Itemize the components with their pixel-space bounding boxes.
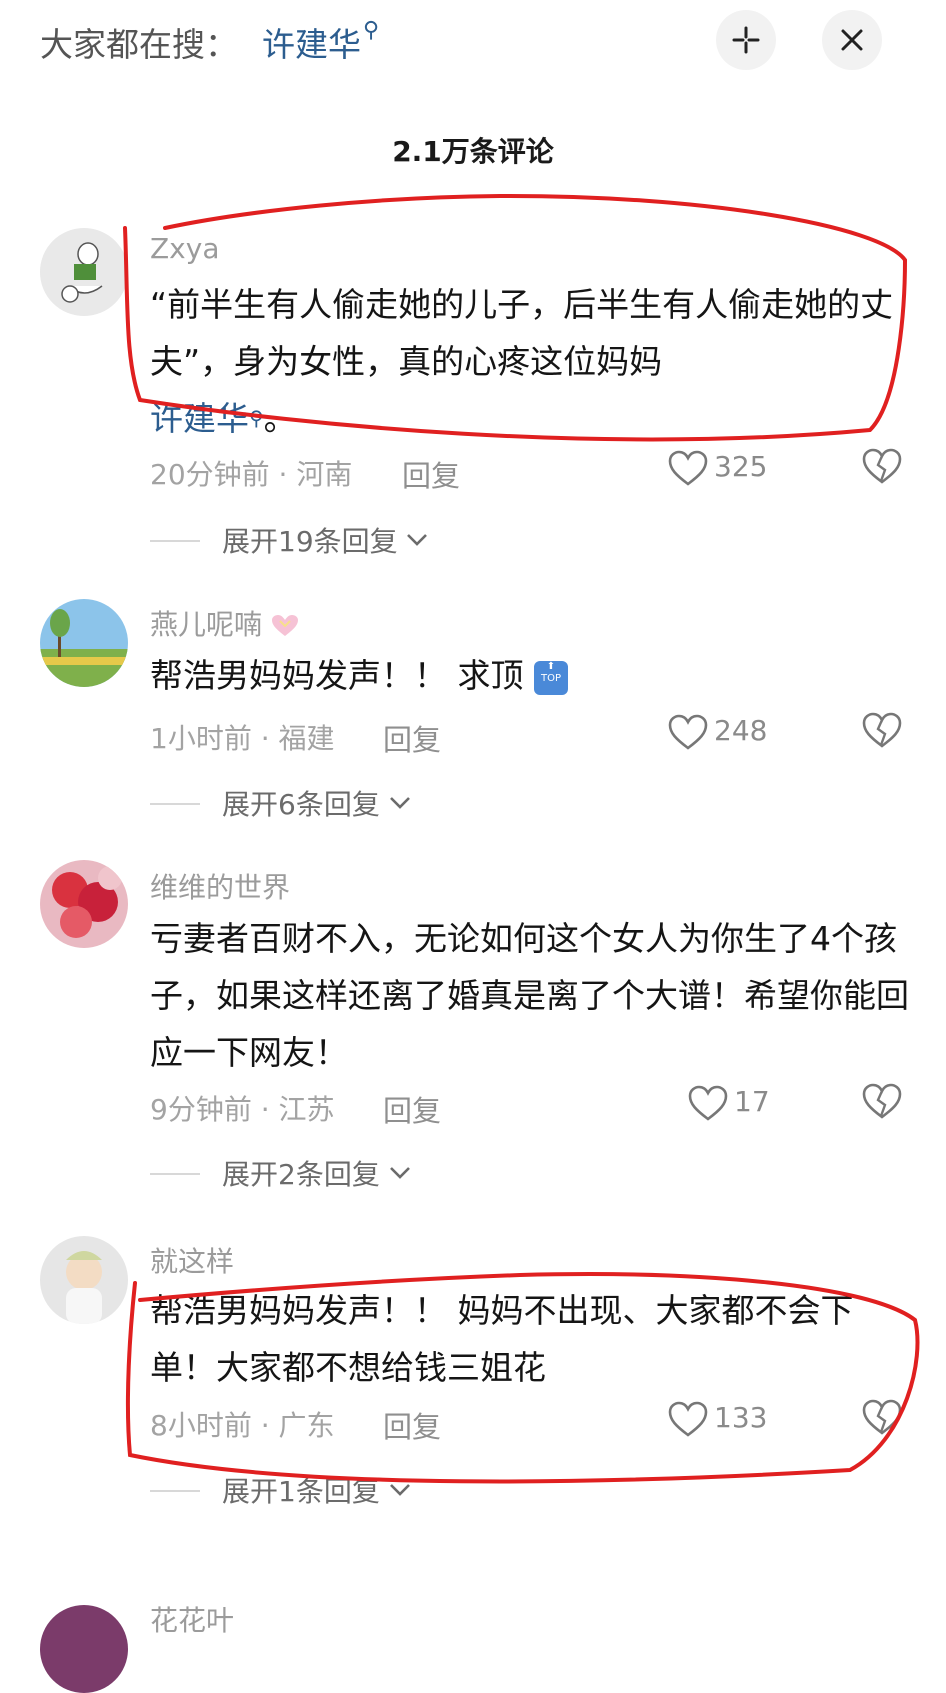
heart-emoji-icon <box>271 615 298 636</box>
avatar[interactable] <box>40 1605 128 1693</box>
chevron-down-icon <box>390 797 410 809</box>
expand-replies[interactable]: 展开2条回复 <box>150 1153 470 1193</box>
reply-button[interactable]: 回复 <box>402 453 460 495</box>
divider <box>150 1490 200 1492</box>
username[interactable]: 花花叶 <box>150 1599 234 1639</box>
like-count: 325 <box>714 450 768 483</box>
broken-heart-icon <box>862 1399 902 1435</box>
heart-icon <box>688 1085 728 1121</box>
reply-button[interactable]: 回复 <box>383 1088 441 1130</box>
divider <box>150 1173 200 1175</box>
username[interactable]: 燕儿呢喃 <box>150 603 299 643</box>
divider <box>150 540 200 542</box>
heart-icon <box>668 714 708 750</box>
comment-text: “前半生有人偷走她的儿子，后半生有人偷走她的丈夫”，身为女性，真的心疼这位妈妈许… <box>150 285 894 438</box>
expand-replies[interactable]: 展开1条回复 <box>150 1470 470 1510</box>
dislike-button[interactable] <box>862 712 902 756</box>
expand-replies[interactable]: 展开19条回复 <box>150 520 470 560</box>
top-badge-icon: ⬆ TOP <box>534 660 568 695</box>
username[interactable]: Zxya <box>150 232 219 265</box>
expand-replies-label: 展开6条回复 <box>222 788 380 821</box>
comment-meta: 1小时前 · 福建 <box>150 722 335 755</box>
like-count: 133 <box>714 1401 768 1434</box>
dislike-button[interactable] <box>862 1083 902 1127</box>
like-button[interactable]: 248 <box>668 712 788 756</box>
broken-heart-icon <box>862 712 902 748</box>
search-icon: ⚲ <box>249 406 264 430</box>
reply-button[interactable]: 回复 <box>383 717 441 759</box>
add-icon <box>732 26 760 54</box>
avatar[interactable] <box>40 599 128 687</box>
comment-count-title: 2.1万条评论 <box>392 135 554 168</box>
avatar[interactable] <box>40 228 128 316</box>
comment-meta: 20分钟前 · 河南 <box>150 458 353 491</box>
username[interactable]: 维维的世界 <box>150 866 290 906</box>
close-button[interactable] <box>822 10 882 70</box>
dislike-button[interactable] <box>862 448 902 492</box>
like-count: 17 <box>734 1085 770 1118</box>
like-button[interactable]: 325 <box>668 448 788 492</box>
add-button[interactable] <box>716 10 776 70</box>
chevron-down-icon <box>390 1167 410 1179</box>
broken-heart-icon <box>862 448 902 484</box>
heart-icon <box>668 1401 708 1437</box>
comment-meta: 9分钟前 · 江苏 <box>150 1093 335 1126</box>
search-suggestion-label: 大家都在搜： <box>40 25 238 64</box>
dislike-button[interactable] <box>862 1399 902 1443</box>
search-link[interactable]: 许建华 <box>150 399 249 438</box>
chevron-down-icon <box>407 534 427 546</box>
like-button[interactable]: 133 <box>668 1399 788 1443</box>
like-count: 248 <box>714 714 768 747</box>
avatar[interactable] <box>40 1236 128 1324</box>
avatar[interactable] <box>40 860 128 948</box>
expand-replies-label: 展开2条回复 <box>222 1158 380 1191</box>
expand-replies[interactable]: 展开6条回复 <box>150 783 470 823</box>
divider <box>150 803 200 805</box>
comment-text: 帮浩男妈妈发声！！ 求顶 ⬆ TOP <box>150 647 910 704</box>
comment-text: 亏妻者百财不入，无论如何这个女人为你生了4个孩子，如果这样还离了婚真是离了个大谱… <box>150 919 909 1072</box>
chevron-down-icon <box>390 1484 410 1496</box>
username[interactable]: 就这样 <box>150 1240 234 1280</box>
search-icon: ⚲ <box>363 18 380 43</box>
heart-icon <box>668 450 708 486</box>
reply-button[interactable]: 回复 <box>383 1404 441 1446</box>
expand-replies-label: 展开19条回复 <box>222 525 398 558</box>
comment-meta: 8小时前 · 广东 <box>150 1409 335 1442</box>
broken-heart-icon <box>862 1083 902 1119</box>
expand-replies-label: 展开1条回复 <box>222 1475 380 1508</box>
top-bar: 大家都在搜： 许建华⚲ <box>0 0 946 90</box>
comment-text: 帮浩男妈妈发声！！ 妈妈不出现、大家都不会下单！大家都不想给钱三姐花 <box>150 1291 854 1387</box>
search-suggestion-link[interactable]: 许建华⚲ <box>262 18 379 66</box>
like-button[interactable]: 17 <box>688 1083 808 1127</box>
close-icon <box>841 29 863 51</box>
